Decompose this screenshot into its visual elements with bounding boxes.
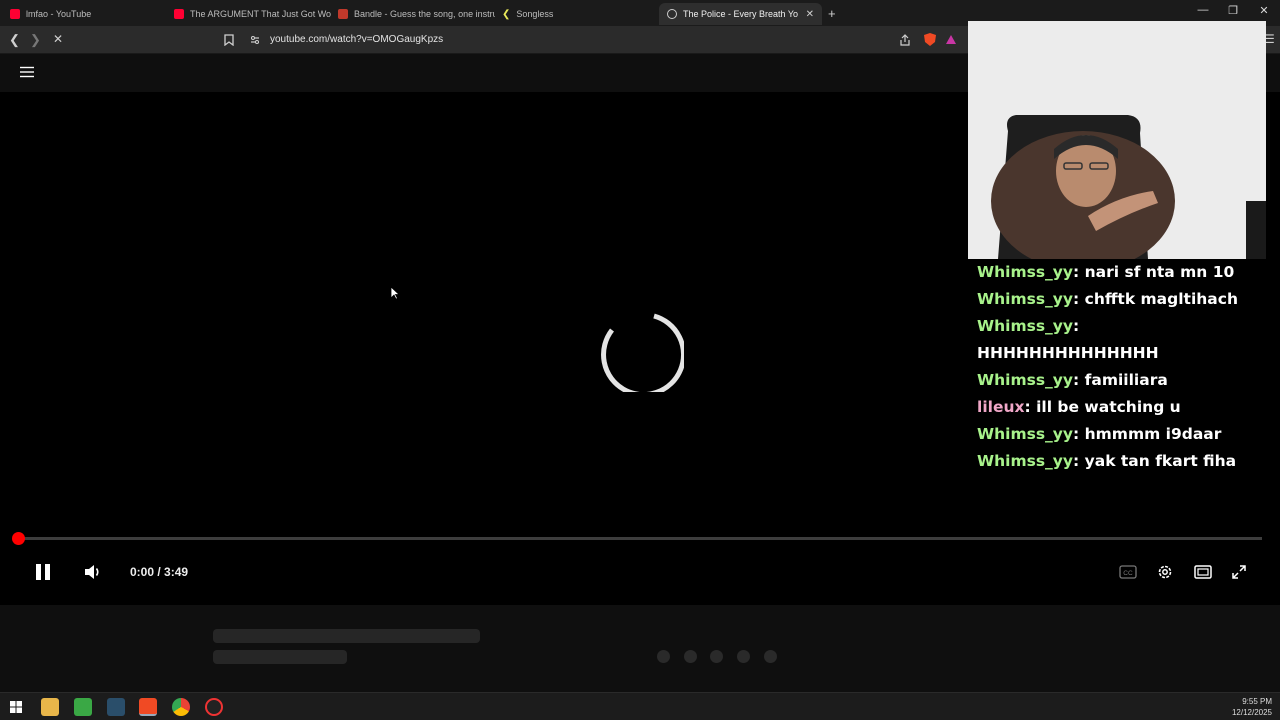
captions-icon[interactable]: CC	[1119, 565, 1137, 579]
action-skeleton	[737, 650, 750, 663]
close-window-button[interactable]: ✕	[1249, 4, 1279, 17]
chat-message: lileux: ill be watching u	[977, 398, 1181, 416]
tab-label: The Police - Every Breath You Tal	[683, 9, 798, 19]
songless-icon: ❮	[502, 8, 511, 20]
windows-start-icon[interactable]	[10, 701, 22, 713]
streamer-webcam-image	[968, 21, 1266, 259]
chat-text: nari sf nta mn 10	[1084, 263, 1235, 281]
video-info-placeholder	[0, 605, 1280, 690]
brave-browser-icon[interactable]	[139, 698, 157, 716]
hamburger-menu-icon[interactable]	[20, 66, 34, 78]
minimize-button[interactable]: —	[1188, 4, 1218, 16]
bandle-icon	[338, 9, 348, 19]
loading-icon	[667, 9, 677, 19]
volume-icon[interactable]	[84, 564, 102, 580]
svg-text:CC: CC	[1123, 570, 1133, 577]
youtube-icon	[174, 9, 184, 19]
chat-username: Whimss_yy	[977, 290, 1074, 308]
app-icon[interactable]	[107, 698, 125, 716]
chat-username: Whimss_yy	[977, 371, 1074, 389]
theater-mode-icon[interactable]	[1194, 565, 1212, 579]
maximize-button[interactable]: ❐	[1218, 4, 1248, 17]
tab-label: Songless	[516, 9, 554, 19]
taskbar: 9:55 PM 12/12/2025	[0, 692, 1280, 720]
notepad-plus-icon[interactable]	[74, 698, 92, 716]
chat-username: lileux	[977, 398, 1025, 416]
system-clock[interactable]: 9:55 PM 12/12/2025	[1232, 696, 1272, 718]
mouse-cursor-icon	[390, 286, 400, 300]
url-field[interactable]: youtube.com/watch?v=OMOGaugKpzs	[270, 34, 443, 45]
tab-label: The ARGUMENT That Just Got Worse	[190, 9, 331, 19]
file-explorer-icon[interactable]	[41, 698, 59, 716]
fullscreen-icon[interactable]	[1231, 564, 1247, 580]
tab-bandle[interactable]: Bandle - Guess the song, one instrum	[330, 3, 495, 25]
new-tab-button[interactable]: +	[828, 6, 836, 21]
back-icon[interactable]: ❮	[9, 32, 20, 48]
forward-icon[interactable]: ❯	[30, 32, 41, 48]
site-settings-icon[interactable]	[250, 35, 260, 45]
chat-message: Whimss_yy:	[977, 317, 1080, 335]
chat-message: Whimss_yy: famiiliara	[977, 371, 1168, 389]
chat-message: Whimss_yy: hmmmm i9daar	[977, 425, 1222, 443]
chat-text: chfftk magltihach	[1084, 290, 1238, 308]
progress-scrubber[interactable]	[12, 532, 25, 545]
chat-message: Whimss_yy: yak tan fkart fiha	[977, 452, 1237, 470]
action-skeleton	[684, 650, 697, 663]
stream-chat-overlay: Whimss_yy: nari sf nta mn 10 Whimss_yy: …	[977, 259, 1267, 475]
title-skeleton	[213, 629, 480, 643]
youtube-icon	[10, 9, 20, 19]
chat-username: Whimss_yy	[977, 263, 1074, 281]
tab-the-police[interactable]: The Police - Every Breath You Tal ✕	[659, 3, 822, 25]
settings-gear-icon[interactable]	[1156, 563, 1174, 581]
action-skeleton	[657, 650, 670, 663]
obs-icon[interactable]	[205, 698, 223, 716]
chat-message: Whimss_yy: chfftk magltihach	[977, 290, 1238, 308]
chrome-icon[interactable]	[172, 698, 190, 716]
close-tab-icon[interactable]: ✕	[806, 9, 814, 20]
chat-message: Whimss_yy: nari sf nta mn 10	[977, 263, 1235, 281]
stop-loading-icon[interactable]: ✕	[53, 32, 63, 46]
brave-rewards-icon[interactable]	[945, 34, 957, 45]
loading-spinner-icon	[601, 313, 684, 392]
tab-argument[interactable]: The ARGUMENT That Just Got Worse	[166, 3, 331, 25]
action-skeleton	[710, 650, 723, 663]
chat-text: HHHHHHHHHHHHHH	[977, 344, 1159, 362]
webcam-overlay	[968, 21, 1266, 259]
chat-text: hmmmm i9daar	[1084, 425, 1222, 443]
action-skeleton	[764, 650, 777, 663]
chat-username: Whimss_yy	[977, 452, 1074, 470]
subtitle-skeleton	[213, 650, 347, 664]
chat-text: famiiliara	[1084, 371, 1168, 389]
brave-shields-icon[interactable]	[923, 32, 937, 47]
pause-icon[interactable]	[34, 563, 52, 581]
chat-text: ill be watching u	[1036, 398, 1181, 416]
time-display: 0:00 / 3:49	[130, 565, 189, 579]
bookmark-icon[interactable]	[224, 34, 234, 46]
tab-label: Bandle - Guess the song, one instrum	[354, 9, 495, 19]
share-icon[interactable]	[899, 34, 911, 46]
chat-username: Whimss_yy	[977, 317, 1074, 335]
chat-text: yak tan fkart fiha	[1084, 452, 1237, 470]
chat-message-continued: HHHHHHHHHHHHHH	[977, 340, 1267, 367]
progress-bar[interactable]	[18, 537, 1262, 540]
chat-username: Whimss_yy	[977, 425, 1074, 443]
clock-time: 9:55 PM	[1242, 697, 1272, 706]
tab-label: lmfao - YouTube	[26, 9, 92, 19]
tab-lmfao-youtube[interactable]: lmfao - YouTube	[2, 3, 167, 25]
clock-date: 12/12/2025	[1231, 708, 1272, 717]
tab-songless[interactable]: ❮ Songless	[494, 3, 659, 25]
